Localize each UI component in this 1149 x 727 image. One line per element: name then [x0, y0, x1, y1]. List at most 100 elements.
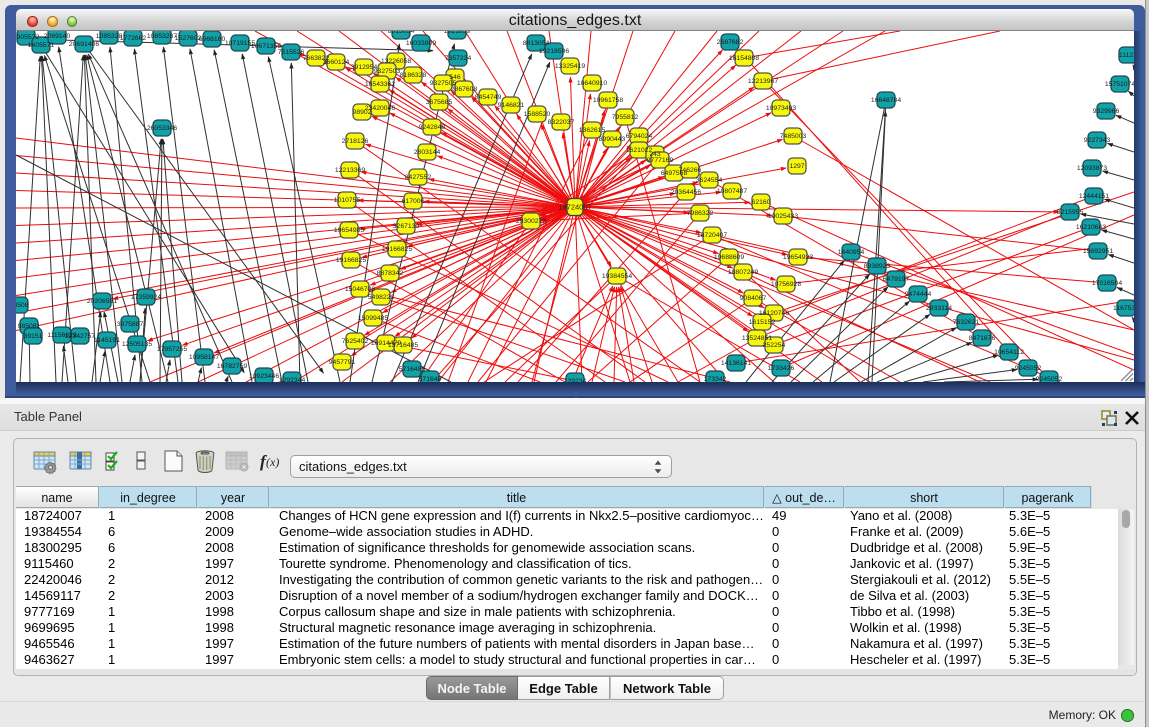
svg-text:8813054: 8813054	[523, 40, 550, 47]
svg-text:1772662: 1772662	[120, 35, 147, 42]
svg-text:18720407: 18720407	[697, 232, 727, 239]
svg-text:20206591: 20206591	[87, 298, 117, 305]
svg-text:12444151: 12444151	[1079, 193, 1109, 200]
svg-text:9474444: 9474444	[905, 291, 932, 298]
svg-text:9777169: 9777169	[647, 157, 674, 164]
svg-text:(x): (x)	[266, 455, 279, 469]
svg-text:3624554: 3624554	[696, 177, 723, 184]
svg-text:7986322: 7986322	[687, 210, 714, 217]
svg-text:1145191: 1145191	[94, 337, 120, 344]
svg-text:19166825: 19166825	[336, 257, 366, 264]
svg-text:3675685: 3675685	[426, 99, 453, 106]
svg-text:985081: 985081	[18, 323, 41, 330]
svg-text:13716485: 13716485	[388, 342, 418, 349]
svg-text:12342757: 12342757	[65, 333, 95, 340]
svg-text:26053346: 26053346	[147, 125, 177, 132]
svg-text:16120746: 16120746	[759, 310, 789, 317]
svg-text:20691406: 20691406	[69, 41, 99, 48]
svg-text:16033809: 16033809	[406, 40, 436, 47]
svg-text:2867608: 2867608	[451, 86, 478, 93]
svg-text:2803144: 2803144	[414, 149, 441, 156]
svg-text:6794024: 6794024	[626, 133, 653, 140]
svg-text:2069140: 2069140	[44, 33, 71, 40]
svg-text:1588520: 1588520	[524, 111, 551, 118]
svg-text:1921859: 1921859	[444, 31, 471, 35]
svg-text:15046706: 15046706	[345, 286, 375, 293]
svg-text:3975887: 3975887	[117, 321, 144, 328]
svg-text:10671355: 10671355	[251, 43, 281, 50]
svg-text:9327503: 9327503	[374, 68, 401, 75]
svg-text:16648784: 16648784	[871, 97, 901, 104]
svg-text:9245052: 9245052	[1036, 376, 1063, 382]
svg-text:19654985: 19654985	[334, 227, 364, 234]
svg-text:10807487: 10807487	[717, 188, 747, 195]
svg-text:6966160: 6966160	[199, 36, 226, 43]
svg-text:19218596: 19218596	[539, 48, 569, 55]
svg-text:18640910: 18640910	[577, 80, 607, 87]
svg-text:9329966: 9329966	[1093, 108, 1120, 115]
svg-text:617006: 617006	[402, 198, 425, 205]
svg-text:8990443: 8990443	[599, 136, 626, 143]
svg-text:17359924: 17359924	[131, 294, 161, 301]
svg-text:571648: 571648	[419, 376, 442, 382]
svg-text:8471676: 8471676	[969, 335, 996, 342]
svg-text:17957255: 17957255	[157, 346, 187, 353]
svg-text:17016504: 17016504	[1092, 280, 1122, 287]
svg-text:12093873: 12093873	[1077, 165, 1107, 172]
svg-text:12213369: 12213369	[335, 167, 365, 174]
svg-text:10756928: 10756928	[771, 281, 801, 288]
svg-text:39151: 39151	[24, 333, 43, 340]
svg-text:1292344: 1292344	[279, 377, 306, 382]
svg-text:13524851: 13524851	[742, 335, 772, 342]
svg-text:1405571: 1405571	[28, 42, 55, 49]
svg-text:2933114: 2933114	[926, 305, 952, 312]
svg-text:6479197: 6479197	[883, 276, 910, 283]
svg-text:12213967: 12213967	[748, 78, 778, 85]
svg-text:10654112: 10654112	[994, 349, 1024, 356]
svg-text:1440954: 1440954	[838, 249, 865, 256]
svg-text:11121: 11121	[1119, 52, 1134, 59]
svg-text:129234: 129234	[564, 378, 587, 382]
svg-text:13226058: 13226058	[381, 58, 411, 65]
svg-text:19166825: 19166825	[382, 246, 412, 253]
svg-text:1527602: 1527602	[175, 35, 202, 42]
svg-text:1085328: 1085328	[96, 33, 123, 40]
svg-text:10688609: 10688609	[714, 254, 744, 261]
svg-text:29300273: 29300273	[516, 218, 546, 225]
svg-text:8878342: 8878342	[377, 270, 404, 277]
svg-text:1733426: 1733426	[768, 365, 795, 372]
svg-text:20364456: 20364456	[671, 189, 701, 196]
svg-text:10973493: 10973493	[766, 105, 796, 112]
svg-text:2687682: 2687682	[717, 39, 744, 46]
svg-text:9457791: 9457791	[329, 359, 356, 366]
svg-text:13325419: 13325419	[555, 63, 585, 70]
svg-text:7955812: 7955812	[612, 114, 639, 121]
svg-text:10025433: 10025433	[768, 213, 798, 220]
svg-text:3267130: 3267130	[393, 223, 420, 230]
svg-text:5716485: 5716485	[399, 366, 426, 373]
svg-text:2718126: 2718126	[342, 138, 369, 145]
svg-text:1167534: 1167534	[1113, 305, 1134, 312]
svg-text:1362615: 1362615	[579, 127, 606, 134]
svg-text:7625402: 7625402	[342, 338, 369, 345]
svg-text:5498222: 5498222	[368, 294, 395, 301]
svg-text:15099485: 15099485	[358, 315, 388, 322]
svg-text:1010755: 1010755	[334, 197, 361, 204]
svg-text:9245052: 9245052	[1015, 365, 1042, 372]
svg-text:15751074: 15751074	[1105, 81, 1134, 88]
svg-text:9084067: 9084067	[740, 295, 767, 302]
svg-text:1297: 1297	[789, 163, 804, 170]
svg-text:19654923: 19654923	[783, 254, 813, 261]
svg-text:10958147: 10958147	[189, 354, 219, 361]
svg-text:1905572: 1905572	[16, 34, 39, 41]
svg-text:7632621: 7632621	[953, 319, 980, 326]
svg-text:746266: 746266	[679, 167, 702, 174]
svg-text:9242848: 9242848	[419, 124, 446, 131]
svg-text:1615152: 1615152	[749, 319, 776, 326]
svg-text:19384554: 19384554	[602, 273, 632, 280]
svg-text:62160: 62160	[752, 199, 771, 206]
svg-text:8938923: 8938923	[864, 263, 891, 270]
svg-text:9146821: 9146821	[498, 102, 525, 109]
svg-text:16210643: 16210643	[1076, 224, 1106, 231]
svg-text:10961758: 10961758	[593, 97, 623, 104]
